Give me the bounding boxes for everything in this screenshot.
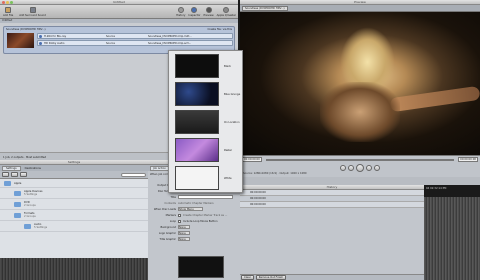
window-title: Untitled: [113, 0, 125, 4]
folder-icon: [14, 213, 21, 218]
folder-icon: [4, 180, 11, 186]
scrubber[interactable]: [265, 158, 455, 161]
template-item-on-location[interactable]: On Location: [175, 110, 241, 135]
inspector-button[interactable]: Inspector: [188, 7, 200, 17]
add-surround-button[interactable]: Add Surround Sound: [19, 7, 46, 17]
next-frame-button[interactable]: [374, 164, 380, 171]
history-window: History 00:00:00:00 00:00:00:00 00:00:00…: [240, 185, 424, 280]
list-item[interactable]: Formats 2 Groups: [0, 210, 148, 221]
template-item-pastel[interactable]: Pastel: [175, 138, 241, 163]
template-thumbnail: [178, 256, 224, 278]
template-preview: [175, 138, 219, 162]
job-thumbnail[interactable]: [7, 33, 34, 48]
tab-settings[interactable]: Settings: [2, 165, 21, 171]
template-preview: [175, 166, 219, 190]
batch-tab[interactable]: Untitled: [0, 19, 238, 23]
list-item[interactable]: Apple: [0, 179, 148, 188]
disc-template-popup-menu: Black Blue Grunge On Location Pastel Whi…: [168, 50, 243, 193]
remove-finish-button[interactable]: Remove Out Finish: [255, 275, 287, 280]
add-file-button[interactable]: Add File: [3, 7, 13, 17]
timecode-left: 00:00:00:00: [242, 157, 262, 162]
loop-checkbox[interactable]: [178, 219, 181, 223]
qmaster-button[interactable]: Apple Qmaster: [217, 7, 236, 17]
settings-title-bar[interactable]: Settings: [0, 160, 148, 165]
qmaster-icon: [223, 7, 230, 13]
rewind-button[interactable]: [348, 164, 354, 171]
add-file-icon: [5, 7, 12, 13]
target-row[interactable]: H.264 for Blu-ray Source Soundless_DVCPR…: [37, 33, 233, 39]
when-disc-loads-popup[interactable]: Show Menu: [178, 207, 203, 211]
play-button[interactable]: [356, 163, 364, 172]
list-item[interactable]: DVD 2 Groups: [0, 199, 148, 210]
template-item-white[interactable]: White: [175, 166, 241, 191]
desktop-background: [424, 197, 480, 280]
template-preview: [175, 54, 219, 78]
settings-search-field[interactable]: [121, 172, 146, 177]
figure-body: [320, 82, 400, 142]
duplicate-button[interactable]: [11, 172, 18, 177]
history-button[interactable]: History: [176, 7, 185, 17]
target-row[interactable]: HD Dolby Audio Source Soundless_DVCPROHD…: [37, 40, 233, 46]
close-icon[interactable]: [2, 1, 5, 4]
history-footer: Clear Remove Out Finish: [240, 274, 424, 280]
template-preview: [175, 110, 219, 134]
title-graphic-popup[interactable]: None: [178, 237, 190, 241]
target-icon: [39, 34, 42, 38]
folder-icon: [24, 224, 31, 229]
preview-title-bar[interactable]: Preview: [240, 0, 480, 5]
minimize-icon[interactable]: [6, 1, 9, 4]
figure-arm: [389, 85, 480, 113]
preview-button[interactable]: Preview: [203, 7, 214, 17]
history-icon: [177, 7, 184, 13]
list-item[interactable]: Apple Devices 5 Settings: [0, 188, 148, 199]
side-info-panel: 04 02:32:14 PM: [424, 185, 480, 280]
settings-toolbar: [0, 171, 148, 179]
video-preview[interactable]: [240, 12, 480, 155]
preview-icon: [205, 7, 212, 13]
inspector-icon: [191, 7, 198, 13]
list-item[interactable]: Audio 5 Settings: [0, 221, 148, 232]
list-item[interactable]: 00:00:00:00: [240, 202, 424, 208]
template-item-black[interactable]: Black: [175, 54, 241, 79]
folder-icon: [14, 202, 21, 207]
forward-button[interactable]: [366, 164, 372, 171]
folder-icon: [14, 191, 21, 196]
toolbar: Add File Add Surround Sound History Insp…: [0, 5, 238, 19]
desktop-strip: [0, 258, 148, 280]
template-item-blue-grunge[interactable]: Blue Grunge: [175, 82, 241, 107]
target-list: H.264 for Blu-ray Source Soundless_DVCPR…: [37, 33, 233, 46]
preview-source-popup[interactable]: Soundless (DVCPROHD HDV...): [242, 5, 288, 11]
create-file-label[interactable]: Create file: via this: [208, 28, 233, 31]
history-date: 04 02:32:14 PM: [426, 187, 447, 190]
preview-window: Preview Soundless (DVCPROHD HDV...) 00:0…: [240, 0, 480, 190]
preview-info: Source: 1280x1080 (16:9) · Output: 1920 …: [243, 172, 307, 175]
logo-popup[interactable]: None: [178, 231, 190, 235]
prev-frame-button[interactable]: [340, 164, 346, 171]
zoom-icon[interactable]: [10, 1, 13, 4]
history-list: 00:00:00:00 00:00:00:00 00:00:00:00: [240, 190, 424, 208]
background-popup[interactable]: None: [178, 225, 190, 229]
timeline-bar: 00:00:00:00 00:00:00:00 Source: 1280x108…: [240, 155, 480, 177]
target-icon: [39, 41, 42, 45]
add-surround-icon: [29, 7, 36, 13]
timecode-right: 00:00:00:00: [458, 157, 478, 162]
add-setting-button[interactable]: [2, 172, 9, 177]
job-name: Soundless (DVCPROHD HDV...): [6, 27, 46, 31]
template-preview: [175, 82, 219, 106]
window-controls[interactable]: [2, 1, 13, 4]
title-field[interactable]: [178, 195, 233, 199]
tab-job-action[interactable]: Job Action: [150, 165, 169, 171]
clear-button[interactable]: Clear: [241, 275, 254, 280]
delete-button[interactable]: [20, 172, 27, 177]
markers-checkbox[interactable]: [178, 213, 181, 217]
tab-destinations[interactable]: Destinations: [22, 167, 44, 170]
